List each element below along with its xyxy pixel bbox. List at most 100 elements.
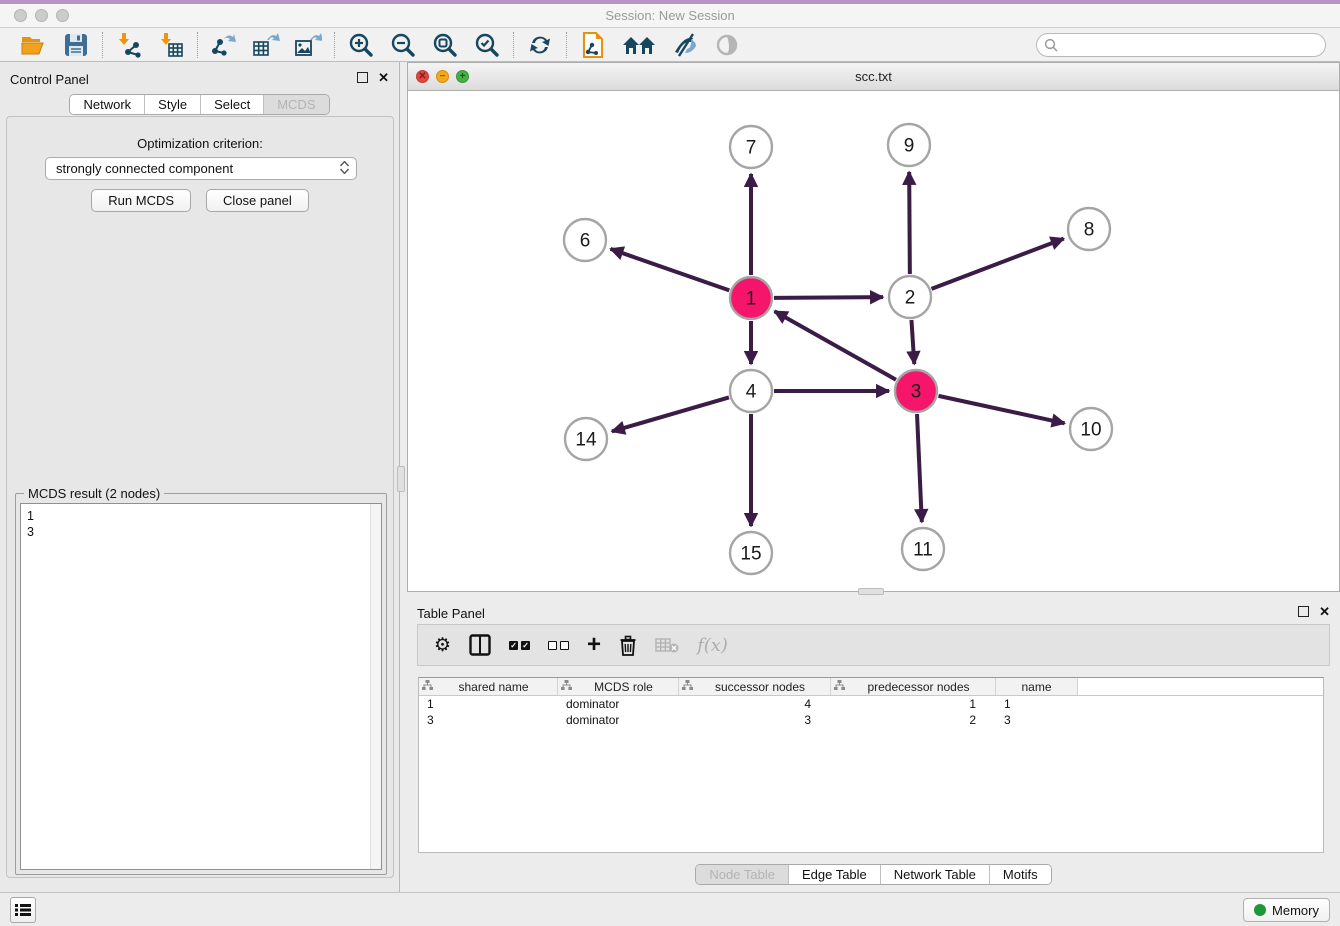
export-image-icon[interactable] [294,31,322,59]
hide-selected-icon[interactable] [671,31,699,59]
criterion-select[interactable]: strongly connected component [45,157,357,180]
mcds-result-group: MCDS result (2 nodes) 1 3 [15,493,387,875]
open-session-icon[interactable] [20,31,48,59]
table-panel: Table Panel ✕ ⚙ ✓✓ + f(x) [407,596,1340,892]
delete-column-icon[interactable] [619,633,637,657]
column-header-shared-name[interactable]: shared name [419,678,558,695]
search-input[interactable] [1036,33,1326,57]
svg-text:15: 15 [740,544,761,565]
zoom-fit-icon[interactable] [431,31,459,59]
status-bar: Memory [0,892,1340,926]
column-header-predecessor-nodes[interactable]: predecessor nodes [831,678,996,695]
graph-edge-2-9[interactable] [909,172,910,274]
save-session-icon[interactable] [62,31,90,59]
show-all-icon[interactable] [713,31,741,59]
svg-text:2: 2 [905,288,916,309]
graph-edge-2-3[interactable] [911,320,914,364]
close-panel-icon[interactable]: ✕ [378,72,389,83]
tab-motifs[interactable]: Motifs [989,865,1051,884]
float-panel-icon[interactable] [357,72,368,83]
zoom-selected-icon[interactable] [473,31,501,59]
tree-hierarchy-icon [682,680,693,694]
horizontal-splitter-handle[interactable] [858,588,884,595]
tab-network[interactable]: Network [70,95,144,114]
graph-node-7[interactable]: 7 [730,126,772,168]
first-neighbors-icon[interactable] [621,31,657,59]
zoom-in-icon[interactable] [347,31,375,59]
graph-node-15[interactable]: 15 [730,532,772,574]
task-history-button[interactable] [10,897,36,923]
table-cell[interactable]: 3 [996,712,1078,728]
tab-network-table[interactable]: Network Table [880,865,989,884]
mcds-result-title: MCDS result (2 nodes) [24,486,164,501]
graph-node-9[interactable]: 9 [888,124,930,166]
tab-edge-table[interactable]: Edge Table [788,865,880,884]
table-cell[interactable]: 1 [419,696,558,712]
table-cell[interactable]: dominator [558,696,679,712]
column-header-successor-nodes[interactable]: successor nodes [679,678,831,695]
memory-button[interactable]: Memory [1243,898,1330,922]
run-mcds-button[interactable]: Run MCDS [91,189,191,212]
table-cell[interactable]: dominator [558,712,679,728]
criterion-label: Optimization criterion: [7,136,393,151]
graph-node-10[interactable]: 10 [1070,408,1112,450]
close-panel-icon[interactable]: ✕ [1319,606,1330,617]
tab-select[interactable]: Select [200,95,263,114]
float-panel-icon[interactable] [1298,606,1309,617]
tab-mcds[interactable]: MCDS [263,95,328,114]
column-header-MCDS-role[interactable]: MCDS role [558,678,679,695]
tree-hierarchy-icon [561,680,572,694]
graph-node-14[interactable]: 14 [565,418,607,460]
network-canvas[interactable]: 7 9 6 8 1 2 4 3 14 10 15 11 [408,91,1339,591]
table-body: 1dominator4113dominator323 [419,696,1323,728]
vertical-splitter-handle[interactable] [397,466,405,492]
table-row[interactable]: 1dominator411 [419,696,1323,712]
graph-node-11[interactable]: 11 [902,528,944,570]
graph-edge-3-10[interactable] [938,396,1064,423]
titlebar: Session: New Session [0,4,1340,28]
table-settings-icon[interactable]: ⚙ [434,633,451,657]
deselect-all-columns-icon[interactable] [548,633,569,657]
table-cell[interactable]: 3 [679,712,831,728]
graph-edge-3-1[interactable] [775,311,896,379]
zoom-out-icon[interactable] [389,31,417,59]
graph-edge-4-14[interactable] [612,397,729,431]
column-header-name[interactable]: name [996,678,1078,695]
graph-node-1[interactable]: 1 [730,277,772,319]
tab-style[interactable]: Style [144,95,200,114]
create-column-icon[interactable]: + [587,633,601,657]
graph-node-8[interactable]: 8 [1068,208,1110,250]
tab-node-table[interactable]: Node Table [696,865,788,884]
table-cell[interactable]: 1 [831,696,996,712]
export-table-icon[interactable] [252,31,280,59]
clone-network-icon[interactable] [579,31,607,59]
svg-text:10: 10 [1080,420,1101,441]
graph-node-3[interactable]: 3 [895,370,937,412]
graph-edge-2-8[interactable] [932,239,1064,289]
svg-text:6: 6 [580,231,591,252]
graph-node-6[interactable]: 6 [564,219,606,261]
table-cell[interactable]: 4 [679,696,831,712]
split-view-icon[interactable] [469,633,491,657]
svg-text:7: 7 [746,138,757,159]
table-cell[interactable]: 2 [831,712,996,728]
result-scrollbar[interactable] [370,504,381,869]
graph-edge-1-2[interactable] [774,297,883,298]
graph-edge-1-6[interactable] [610,249,729,291]
select-all-columns-icon[interactable]: ✓✓ [509,633,530,657]
apply-layout-icon[interactable] [526,31,554,59]
table-row[interactable]: 3dominator323 [419,712,1323,728]
graph-node-4[interactable]: 4 [730,370,772,412]
search-icon [1044,38,1058,57]
export-network-icon[interactable] [210,31,238,59]
table-cell[interactable]: 1 [996,696,1078,712]
mcds-result-textarea[interactable]: 1 3 [20,503,382,870]
svg-text:11: 11 [913,540,933,561]
import-network-icon[interactable] [115,31,143,59]
import-table-icon[interactable] [157,31,185,59]
close-panel-button[interactable]: Close panel [206,189,309,212]
table-cell[interactable]: 3 [419,712,558,728]
graph-edge-3-11[interactable] [917,414,922,522]
graph-node-2[interactable]: 2 [889,276,931,318]
control-panel-tabs: NetworkStyleSelectMCDS [69,94,329,115]
